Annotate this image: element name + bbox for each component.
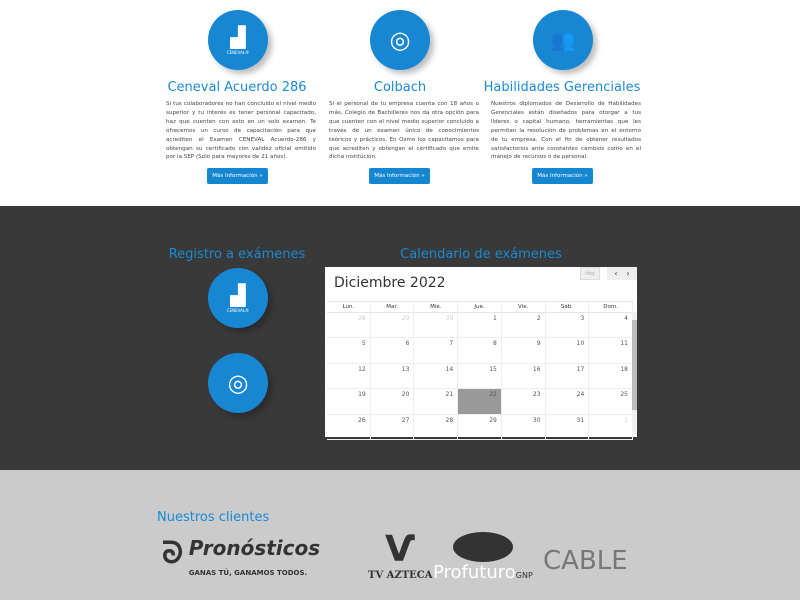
calendar-day[interactable]: 21: [414, 389, 459, 414]
today-button[interactable]: Hoy: [580, 267, 600, 280]
calendar-grid: Lun. Mar. Mié. Jue. Vie. Sáb. Dom. 28 29 30 1 2 3 4 5…: [327, 301, 633, 440]
clients-title: Nuestros clientes: [157, 510, 270, 525]
calendar-month-title: Diciembre 2022: [334, 275, 446, 291]
calendar-day[interactable]: 26: [327, 414, 371, 439]
calendar-day[interactable]: 8: [458, 338, 502, 363]
calendar-day[interactable]: 4: [589, 313, 633, 338]
tv-azteca-logo: Ѵ TV AZTECA: [368, 529, 433, 582]
calendar-day[interactable]: 18: [589, 363, 633, 389]
calendar-day[interactable]: 11: [589, 338, 633, 363]
weekday-header: Lun.: [327, 302, 371, 312]
colbach-icon: ◎: [370, 10, 430, 70]
calendar-section-title: Calendario de exámenes: [400, 247, 562, 262]
calendar-day[interactable]: 22: [458, 389, 502, 414]
feature-title: Colbach: [373, 80, 427, 95]
calendar-day[interactable]: 13: [371, 363, 415, 389]
weekday-header: Vie.: [502, 302, 546, 312]
calendar-week: 19 20 21 22 23 24 25: [327, 389, 633, 415]
calendar-day[interactable]: 20: [371, 389, 415, 414]
calendar-day[interactable]: 23: [502, 389, 546, 414]
weekday-header: Mié.: [414, 302, 459, 312]
ceneval-icon: ▟ CENEVAL®: [208, 10, 268, 70]
weekday-header: Dom.: [589, 302, 633, 312]
calendar-day[interactable]: 25: [589, 389, 633, 414]
calendar-day[interactable]: 1: [458, 313, 502, 338]
calendar-day[interactable]: 29: [458, 414, 502, 439]
team-icon: 👥: [533, 10, 593, 70]
calendar-day[interactable]: 3: [546, 313, 590, 338]
calendar-day[interactable]: 1: [589, 414, 633, 439]
calendar-day[interactable]: 9: [502, 338, 546, 363]
calendar-scrollbar[interactable]: [632, 312, 637, 434]
calendar-day[interactable]: 14: [414, 363, 459, 389]
calendar-day[interactable]: 7: [414, 338, 459, 363]
calendar-day[interactable]: 30: [502, 414, 546, 439]
calendar-day[interactable]: 15: [458, 363, 502, 389]
feature-text: Si tus colaboradores no han concluido el…: [166, 101, 316, 161]
feature-text: Nuestros diplomados de Desarrollo de Hab…: [491, 101, 641, 161]
calendar-day[interactable]: 17: [546, 363, 590, 389]
calendar-day[interactable]: 12: [327, 363, 371, 389]
calendar-day[interactable]: 27: [371, 414, 415, 439]
calendar-day[interactable]: 24: [546, 389, 590, 414]
profuturo-logo: ProfuturoGNP: [433, 532, 533, 583]
feature-title: Habilidades Gerenciales: [483, 80, 641, 95]
services-section: ▟ CENEVAL® ◎ 👥 Ceneval Acuerdo 286 Colbac…: [0, 0, 800, 206]
colbach-register-link[interactable]: ◎: [208, 353, 268, 413]
calendar-day[interactable]: 28: [327, 313, 371, 338]
calendar-week: 12 13 14 15 16 17 18: [327, 363, 633, 390]
calendar-week: 5 6 7 8 9 10 11: [327, 338, 633, 364]
weekday-header: Mar.: [371, 302, 415, 312]
calendar-day[interactable]: 30: [414, 313, 459, 338]
cable-logo: CABLE: [543, 546, 628, 576]
calendar-day[interactable]: 5: [327, 338, 371, 363]
calendar-day[interactable]: 28: [414, 414, 459, 439]
more-info-button[interactable]: Más Información »: [207, 168, 268, 184]
calendar-week: 26 27 28 29 30 31 1: [327, 414, 633, 440]
calendar-day[interactable]: 2: [502, 313, 546, 338]
registro-title: Registro a exámenes: [168, 247, 306, 262]
calendar-day[interactable]: 29: [371, 313, 415, 338]
ceneval-register-link[interactable]: ▟ CENEVAL®: [208, 268, 268, 328]
more-info-button[interactable]: Más Información »: [369, 168, 430, 184]
pronosticos-logo: ᘐ Pronósticos GANAS TÚ, GANAMOS TODOS.: [162, 536, 321, 577]
calendar-week: 28 29 30 1 2 3 4: [327, 313, 633, 339]
calendar: Diciembre 2022 Hoy ‹ › Lun. Mar. Mié. Jue. V…: [325, 267, 637, 440]
calendar-day[interactable]: 31: [546, 414, 590, 439]
next-month-button[interactable]: ›: [619, 267, 637, 280]
weekday-header: Jue.: [458, 302, 502, 312]
feature-text: Si el personal de tu empresa cuenta con …: [329, 101, 479, 161]
more-info-button[interactable]: Más Información »: [532, 168, 593, 184]
calendar-day[interactable]: 19: [327, 389, 371, 414]
clients-section: Nuestros clientes ᘐ Pronósticos GANAS TÚ,…: [0, 470, 800, 600]
weekday-header: Sáb.: [546, 302, 590, 312]
calendar-day[interactable]: 10: [546, 338, 590, 363]
feature-title: Ceneval Acuerdo 286: [167, 80, 307, 95]
calendar-day[interactable]: 16: [502, 363, 546, 389]
calendar-day[interactable]: 6: [371, 338, 415, 363]
